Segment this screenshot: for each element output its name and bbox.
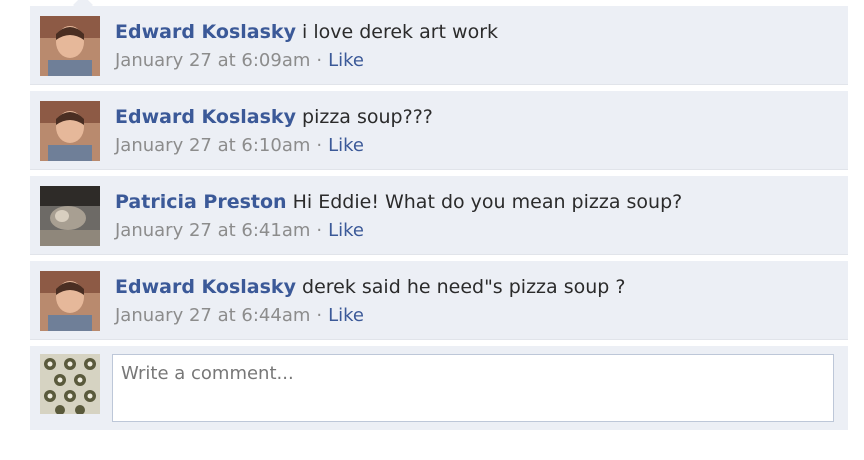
avatar[interactable]	[40, 101, 100, 161]
comment-author-link[interactable]: Edward Koslasky	[115, 276, 296, 298]
comment-item: Edward Koslasky i love derek art work Ja…	[30, 6, 848, 85]
profile-photo-icon	[40, 101, 100, 161]
comment-timestamp[interactable]: January 27 at 6:44am	[115, 305, 310, 326]
avatar[interactable]	[40, 271, 100, 331]
comment-author-link[interactable]: Edward Koslasky	[115, 21, 296, 43]
comment-item: Edward Koslasky derek said he need"s piz…	[30, 261, 848, 340]
like-link[interactable]: Like	[328, 50, 364, 71]
comment-item: Edward Koslasky pizza soup??? January 27…	[30, 91, 848, 170]
comment-timestamp[interactable]: January 27 at 6:10am	[115, 135, 310, 156]
comment-item: Patricia Preston Hi Eddie! What do you m…	[30, 176, 848, 255]
profile-photo-icon	[40, 354, 100, 414]
comment-text: pizza soup???	[302, 106, 433, 128]
comment-author-link[interactable]: Patricia Preston	[115, 191, 287, 213]
comment-timestamp[interactable]: January 27 at 6:41am	[115, 220, 310, 241]
comment-input-placeholder: Write a comment...	[121, 363, 294, 384]
separator-dot: ·	[316, 220, 323, 241]
separator-dot: ·	[316, 135, 323, 156]
comment-text: Hi Eddie! What do you mean pizza soup?	[292, 191, 683, 213]
like-link[interactable]: Like	[328, 305, 364, 326]
avatar[interactable]	[40, 186, 100, 246]
comment-text: derek said he need"s pizza soup ?	[302, 276, 626, 298]
comment-thread: Edward Koslasky i love derek art work Ja…	[30, 0, 848, 430]
avatar[interactable]	[40, 354, 100, 414]
like-link[interactable]: Like	[328, 220, 364, 241]
comment-text: i love derek art work	[302, 21, 499, 43]
profile-photo-icon	[40, 271, 100, 331]
comment-input[interactable]: Write a comment...	[112, 354, 834, 422]
separator-dot: ·	[316, 305, 323, 326]
like-link[interactable]: Like	[328, 135, 364, 156]
comment-author-link[interactable]: Edward Koslasky	[115, 106, 296, 128]
avatar[interactable]	[40, 16, 100, 76]
separator-dot: ·	[316, 50, 323, 71]
comment-composer: Write a comment...	[30, 346, 848, 430]
profile-photo-icon	[40, 16, 100, 76]
profile-photo-icon	[40, 186, 100, 246]
comment-timestamp[interactable]: January 27 at 6:09am	[115, 50, 310, 71]
